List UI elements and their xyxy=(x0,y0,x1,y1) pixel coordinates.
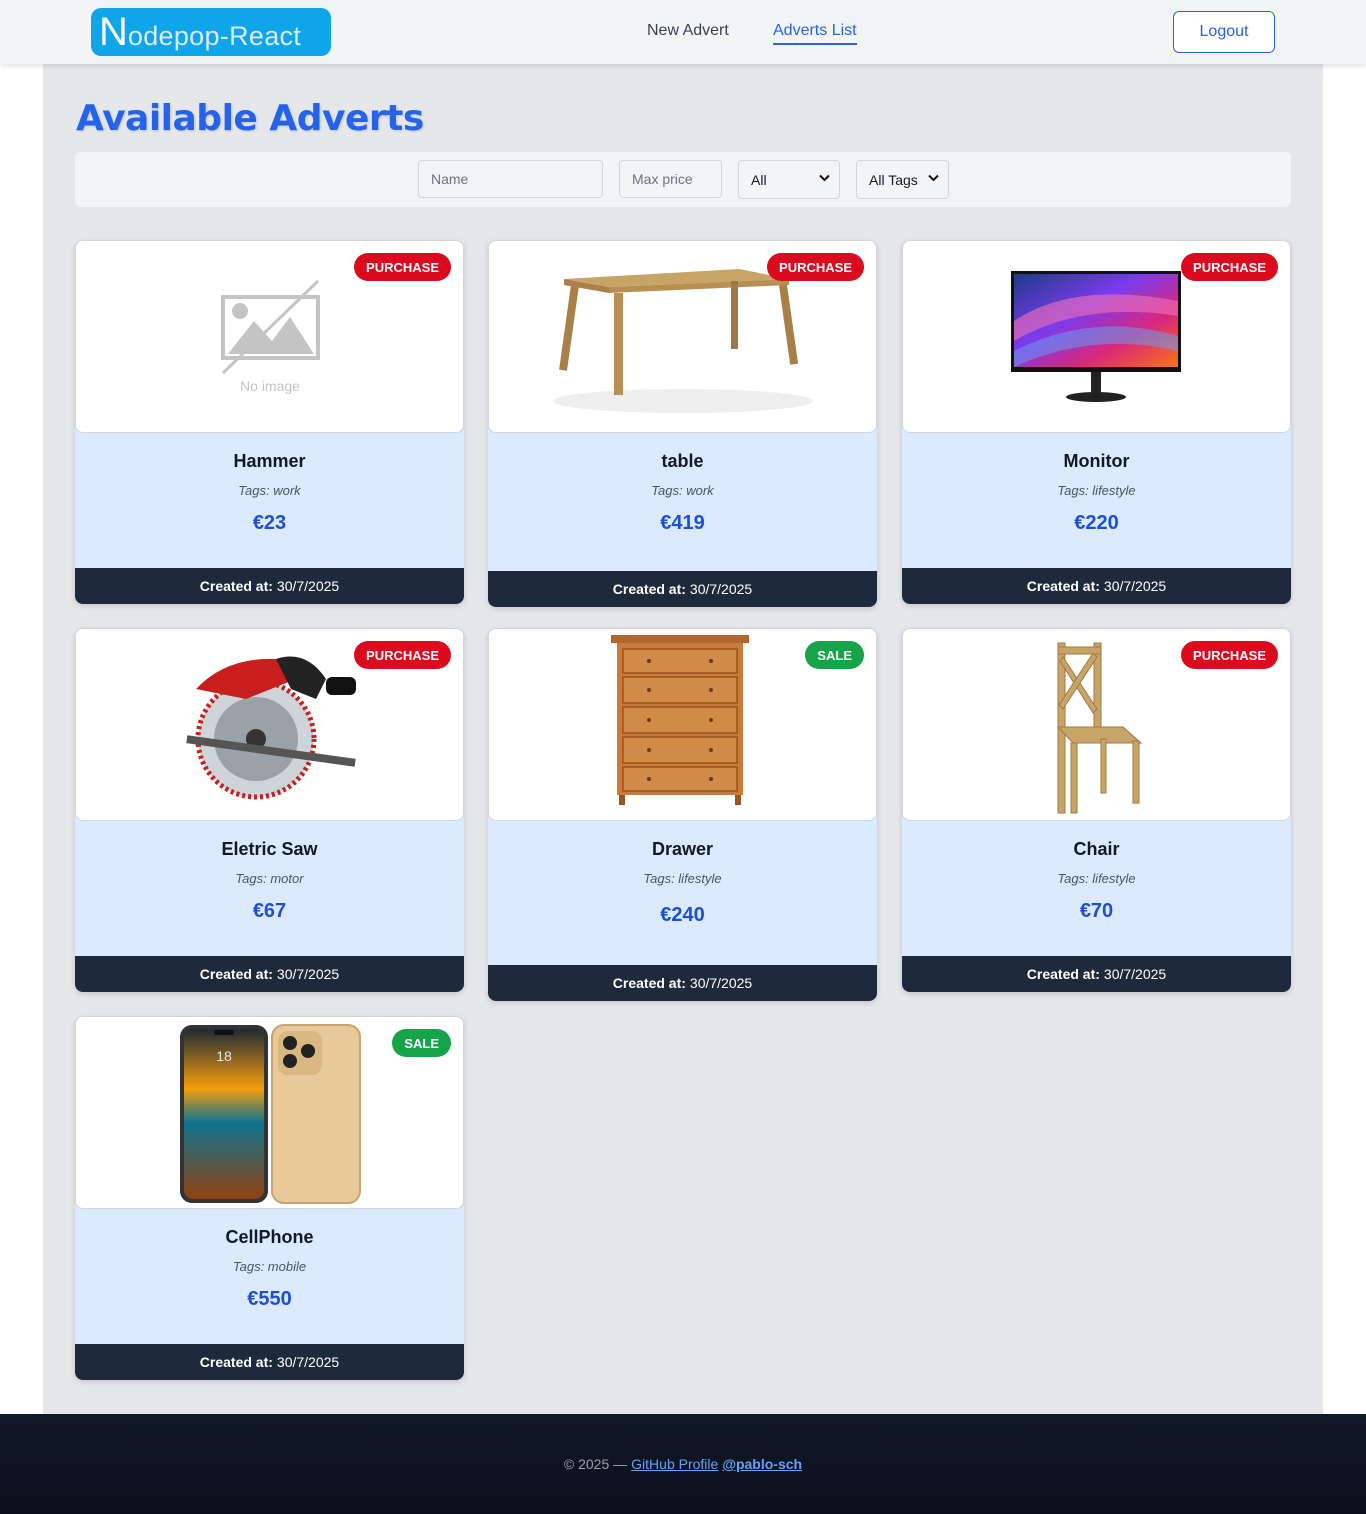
advert-price: €70 xyxy=(1079,900,1114,922)
advert-tags: Tags: motor xyxy=(235,871,304,886)
purchase-badge: PURCHASE xyxy=(1181,641,1278,669)
logo-initial: N xyxy=(99,10,128,54)
advert-name: Drawer xyxy=(651,839,714,859)
app-logo[interactable]: N odepop-React xyxy=(91,8,331,56)
advert-name: CellPhone xyxy=(225,1227,314,1247)
advert-price: €220 xyxy=(1074,512,1119,534)
advert-tags: Tags: mobile xyxy=(232,1259,307,1274)
advert-created: Created at: 30/7/2025 xyxy=(75,956,464,992)
filter-bar: All All Tags xyxy=(75,152,1291,207)
advert-tags: Tags: lifestyle xyxy=(1057,871,1136,886)
page-footer: © 2025 — GitHub Profile @pablo-sch xyxy=(0,1414,1366,1514)
github-profile-link[interactable]: GitHub Profile xyxy=(631,1456,718,1472)
advert-name: Monitor xyxy=(1063,451,1130,471)
advert-created: Created at: 30/7/2025 xyxy=(75,1344,464,1380)
advert-card[interactable]: PURCHASE table Tags: work €419 Created a… xyxy=(488,240,877,607)
chevron-down-icon xyxy=(928,173,939,185)
github-handle-link[interactable]: @pablo-sch xyxy=(722,1456,802,1472)
purchase-badge: PURCHASE xyxy=(354,641,451,669)
page-title: Available Adverts xyxy=(76,98,424,139)
advert-image: 18 SALE xyxy=(75,1016,464,1209)
advert-image: No image PURCHASE xyxy=(75,240,464,433)
advert-name: Hammer xyxy=(233,451,306,471)
sale-badge: SALE xyxy=(392,1029,451,1057)
nav-adverts-list-link[interactable]: Adverts List xyxy=(773,22,857,45)
created-date: 30/7/2025 xyxy=(276,1354,340,1370)
created-label: Created at: xyxy=(612,975,686,991)
created-label: Created at: xyxy=(1026,966,1100,982)
name-filter-input[interactable] xyxy=(418,160,603,198)
advert-price: €67 xyxy=(252,900,287,922)
created-label: Created at: xyxy=(199,966,273,982)
advert-image: PURCHASE xyxy=(75,628,464,821)
created-date: 30/7/2025 xyxy=(276,966,340,982)
created-date: 30/7/2025 xyxy=(689,581,753,597)
advert-created: Created at: 30/7/2025 xyxy=(75,568,464,604)
footer-copyright: © 2025 — xyxy=(563,1456,628,1472)
purchase-badge: PURCHASE xyxy=(767,253,864,281)
advert-tags: Tags: work xyxy=(651,483,714,498)
advert-created: Created at: 30/7/2025 xyxy=(488,965,877,1001)
advert-name: table xyxy=(661,451,704,471)
chevron-down-icon xyxy=(819,173,830,185)
advert-image: PURCHASE xyxy=(902,628,1291,821)
advert-card[interactable]: SALE Drawer Tags: lifestyle €240 Created… xyxy=(488,628,877,1001)
created-label: Created at: xyxy=(199,1354,273,1370)
top-navbar: N odepop-React New Advert Adverts List L… xyxy=(0,0,1366,64)
advert-price: €550 xyxy=(247,1288,292,1310)
advert-price: €240 xyxy=(660,904,705,926)
max-price-input[interactable] xyxy=(619,160,722,198)
advert-image: SALE xyxy=(488,628,877,821)
created-label: Created at: xyxy=(612,581,686,597)
nav-new-advert-link[interactable]: New Advert xyxy=(647,22,729,40)
advert-name: Eletric Saw xyxy=(221,839,318,859)
tags-select-value: All Tags xyxy=(869,171,918,188)
sale-badge: SALE xyxy=(805,641,864,669)
advert-card[interactable]: 18 SALE CellPhone Tags: mobile €550 Crea… xyxy=(75,1016,464,1380)
advert-created: Created at: 30/7/2025 xyxy=(902,956,1291,992)
type-select-value: All xyxy=(751,171,767,188)
advert-created: Created at: 30/7/2025 xyxy=(902,568,1291,604)
created-date: 30/7/2025 xyxy=(1103,578,1167,594)
advert-image: PURCHASE xyxy=(488,240,877,433)
advert-created: Created at: 30/7/2025 xyxy=(488,571,877,607)
created-label: Created at: xyxy=(1026,578,1100,594)
phone-time-text: 18 xyxy=(216,1048,232,1064)
logout-button[interactable]: Logout xyxy=(1173,11,1275,53)
main-content: Available Adverts All All Tags No image xyxy=(43,64,1323,1414)
advert-card[interactable]: No image PURCHASE Hammer Tags: work €23 … xyxy=(75,240,464,604)
created-label: Created at: xyxy=(199,578,273,594)
advert-card[interactable]: PURCHASE Eletric Saw Tags: motor €67 Cre… xyxy=(75,628,464,992)
advert-image: PURCHASE xyxy=(902,240,1291,433)
purchase-badge: PURCHASE xyxy=(354,253,451,281)
advert-price: €419 xyxy=(660,512,705,534)
created-date: 30/7/2025 xyxy=(689,975,753,991)
advert-card[interactable]: PURCHASE Monitor Tags: lifestyle €220 Cr… xyxy=(902,240,1291,604)
no-image-label: No image xyxy=(240,378,300,394)
created-date: 30/7/2025 xyxy=(1103,966,1167,982)
purchase-badge: PURCHASE xyxy=(1181,253,1278,281)
tags-select[interactable]: All Tags xyxy=(856,160,949,199)
advert-tags: Tags: work xyxy=(238,483,301,498)
advert-card[interactable]: PURCHASE Chair Tags: lifestyle €70 Creat… xyxy=(902,628,1291,992)
created-date: 30/7/2025 xyxy=(276,578,340,594)
logo-text: odepop-React xyxy=(127,20,302,51)
advert-tags: Tags: lifestyle xyxy=(1057,483,1136,498)
advert-name: Chair xyxy=(1073,839,1120,859)
type-select[interactable]: All xyxy=(738,160,840,199)
advert-price: €23 xyxy=(252,512,287,534)
advert-tags: Tags: lifestyle xyxy=(643,871,722,886)
